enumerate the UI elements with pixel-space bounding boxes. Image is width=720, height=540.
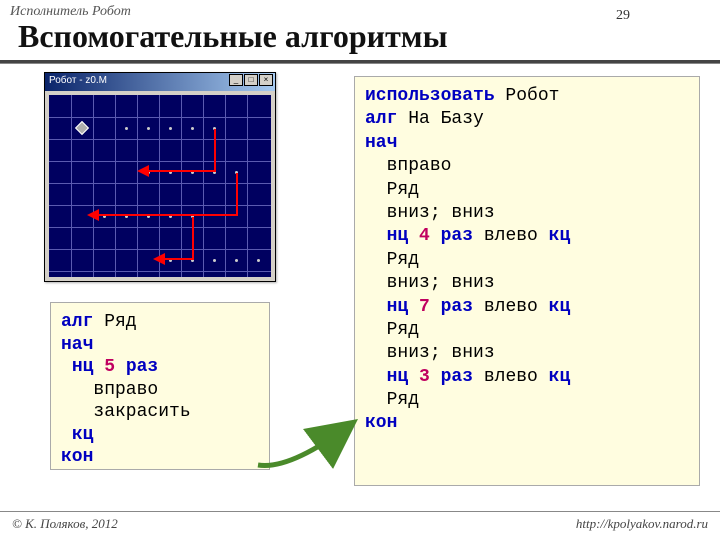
kw-loop: нц <box>387 297 419 317</box>
url: http://kpolyakov.narod.ru <box>576 516 708 532</box>
window-title: Робот - z0.M <box>49 75 107 86</box>
kw-begin: нач <box>61 334 259 357</box>
num: 4 <box>419 226 430 246</box>
kw-loop: нц <box>72 357 104 377</box>
cmd: вправо <box>61 379 259 402</box>
kw-endloop: кц <box>549 297 571 317</box>
cmd: влево <box>484 226 549 246</box>
kw-loop: нц <box>387 226 419 246</box>
use-name: Робот <box>495 86 560 106</box>
kw-alg: алг <box>365 109 397 129</box>
page-number: 29 <box>616 8 630 24</box>
cmd: Ряд <box>365 319 689 342</box>
divider <box>0 511 720 512</box>
window-buttons: _ □ × <box>229 74 273 86</box>
alg-name: На Базу <box>397 109 483 129</box>
cmd: влево <box>484 367 549 387</box>
kw-endloop: кц <box>549 226 571 246</box>
kw-endloop: кц <box>61 424 259 447</box>
cmd: закрасить <box>61 401 259 424</box>
robot-window: Робот - z0.M _ □ × <box>44 72 276 282</box>
kw-end: кон <box>365 412 689 435</box>
maximize-icon[interactable]: □ <box>244 74 258 86</box>
kw-times: раз <box>115 357 158 377</box>
code-block-sub: алг Ряд нач нц 5 раз вправо закрасить кц… <box>50 302 270 470</box>
window-titlebar: Робот - z0.M _ □ × <box>45 73 275 91</box>
curved-arrow-icon <box>250 415 360 475</box>
copyright: © К. Поляков, 2012 <box>12 516 118 532</box>
cmd: влево <box>484 297 549 317</box>
cmd: вниз; вниз <box>365 342 689 365</box>
kw-end: кон <box>61 446 259 469</box>
cmd: Ряд <box>365 249 689 272</box>
cmd: вправо <box>365 155 689 178</box>
code-block-main: использовать Робот алг На Базу нач вправ… <box>354 76 700 486</box>
divider <box>0 63 720 64</box>
num: 3 <box>419 367 430 387</box>
kw-times: раз <box>430 297 484 317</box>
close-icon[interactable]: × <box>259 74 273 86</box>
kw-alg: алг <box>61 312 93 332</box>
kw-times: раз <box>430 226 484 246</box>
minimize-icon[interactable]: _ <box>229 74 243 86</box>
num: 7 <box>419 297 430 317</box>
cmd: Ряд <box>365 389 689 412</box>
cmd: вниз; вниз <box>365 202 689 225</box>
cmd: вниз; вниз <box>365 272 689 295</box>
num: 5 <box>104 357 115 377</box>
kw-use: использовать <box>365 86 495 106</box>
kw-begin: нач <box>365 132 689 155</box>
robot-marker <box>75 121 89 135</box>
page-title: Вспомогательные алгоритмы <box>18 18 448 55</box>
kw-endloop: кц <box>549 367 571 387</box>
kw-times: раз <box>430 367 484 387</box>
alg-name: Ряд <box>93 312 136 332</box>
kw-loop: нц <box>387 367 419 387</box>
robot-grid <box>49 95 271 277</box>
cmd: Ряд <box>365 179 689 202</box>
